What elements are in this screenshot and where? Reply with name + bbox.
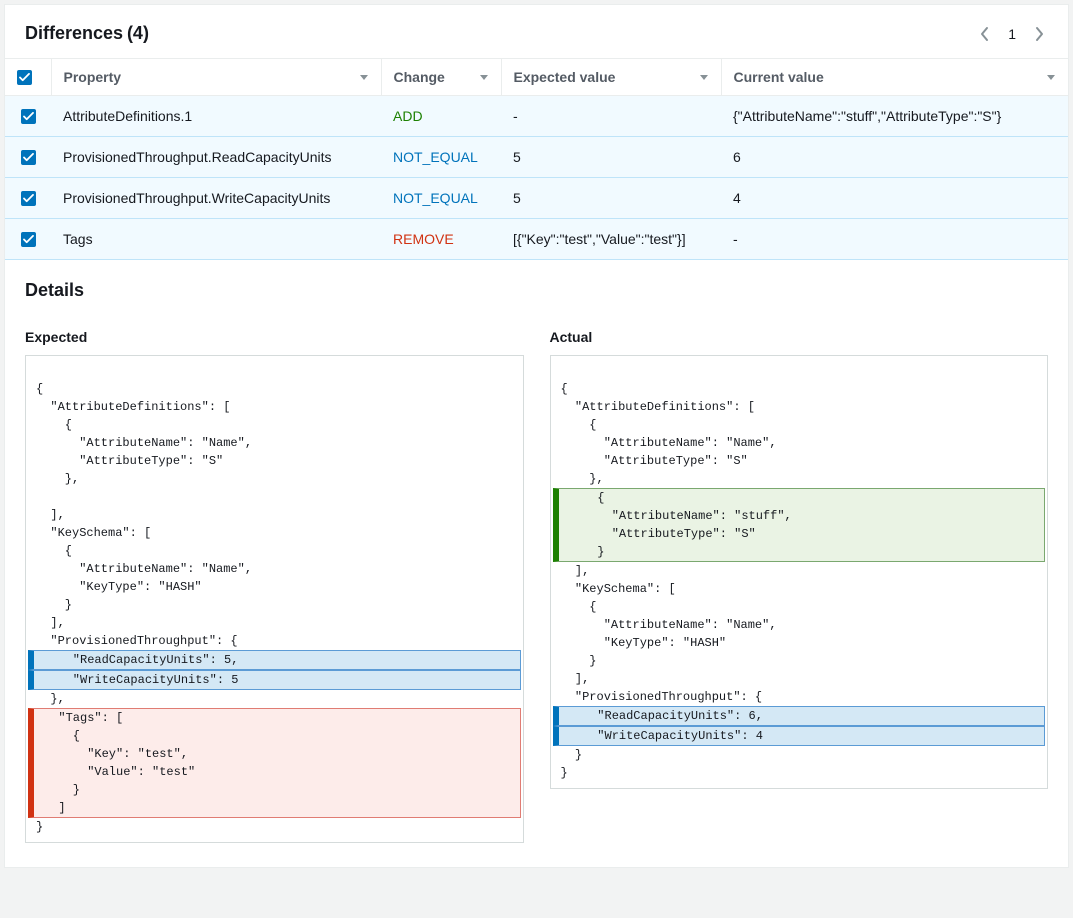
differences-table: Property Change Expected value Current v… xyxy=(5,59,1068,260)
code-line: { xyxy=(551,598,1048,616)
cell-change: ADD xyxy=(381,96,501,137)
cell-property: Tags xyxy=(51,219,381,260)
cell-expected: - xyxy=(501,96,721,137)
row-checkbox[interactable] xyxy=(21,109,36,124)
pager-next-button[interactable] xyxy=(1030,25,1048,43)
select-all-checkbox[interactable] xyxy=(17,70,32,85)
cell-current: - xyxy=(721,219,1068,260)
cell-current: 6 xyxy=(721,137,1068,178)
cell-change: NOT_EQUAL xyxy=(381,178,501,219)
code-line: ], xyxy=(26,506,523,524)
details-section: Details Expected { "AttributeDefinitions… xyxy=(5,260,1068,867)
code-line: "KeyType": "HASH" xyxy=(26,578,523,596)
code-line: { xyxy=(551,380,1048,398)
expected-column: Expected { "AttributeDefinitions": [ { "… xyxy=(25,329,524,843)
actual-label: Actual xyxy=(550,329,1049,345)
code-line: }, xyxy=(26,690,523,708)
cell-change: NOT_EQUAL xyxy=(381,137,501,178)
code-line: "KeySchema": [ xyxy=(26,524,523,542)
actual-code-block: { "AttributeDefinitions": [ { "Attribute… xyxy=(550,355,1049,789)
diff-line-changed: "ReadCapacityUnits": 6, xyxy=(553,706,1046,726)
code-line: } xyxy=(26,818,523,836)
row-checkbox[interactable] xyxy=(21,191,36,206)
sort-icon xyxy=(479,69,489,85)
code-line: { xyxy=(26,416,523,434)
differences-panel: Differences (4) 1 Property xyxy=(4,4,1069,868)
code-line: "ProvisionedThroughput": { xyxy=(551,688,1048,706)
code-line: { xyxy=(551,416,1048,434)
table-row[interactable]: AttributeDefinitions.1ADD-{"AttributeNam… xyxy=(5,96,1068,137)
code-line: "AttributeName": "Name", xyxy=(551,616,1048,634)
code-line: "AttributeDefinitions": [ xyxy=(551,398,1048,416)
diff-block-added: { "AttributeName": "stuff", "AttributeTy… xyxy=(553,488,1046,562)
cell-property: ProvisionedThroughput.WriteCapacityUnits xyxy=(51,178,381,219)
cell-current: 4 xyxy=(721,178,1068,219)
code-line: "AttributeDefinitions": [ xyxy=(26,398,523,416)
cell-property: ProvisionedThroughput.ReadCapacityUnits xyxy=(51,137,381,178)
panel-header: Differences (4) 1 xyxy=(5,5,1068,59)
code-line: } xyxy=(551,764,1048,782)
details-title: Details xyxy=(25,280,1048,301)
cell-expected: 5 xyxy=(501,137,721,178)
table-row[interactable]: ProvisionedThroughput.ReadCapacityUnitsN… xyxy=(5,137,1068,178)
code-line xyxy=(26,362,523,380)
pager-current-page: 1 xyxy=(1008,26,1016,42)
cell-property: AttributeDefinitions.1 xyxy=(51,96,381,137)
cell-current: {"AttributeName":"stuff","AttributeType"… xyxy=(721,96,1068,137)
code-line: ], xyxy=(551,670,1048,688)
code-line: } xyxy=(26,596,523,614)
code-line: "AttributeType": "S" xyxy=(551,452,1048,470)
expected-code-block: { "AttributeDefinitions": [ { "Attribute… xyxy=(25,355,524,843)
table-row[interactable]: ProvisionedThroughput.WriteCapacityUnits… xyxy=(5,178,1068,219)
sort-icon xyxy=(359,69,369,85)
code-line: } xyxy=(551,746,1048,764)
code-line: "ProvisionedThroughput": { xyxy=(26,632,523,650)
diff-line-changed: "WriteCapacityUnits": 5 xyxy=(28,670,521,690)
column-header-change[interactable]: Change xyxy=(381,59,501,96)
panel-title: Differences (4) xyxy=(25,23,149,44)
code-line: "AttributeType": "S" xyxy=(26,452,523,470)
pager: 1 xyxy=(976,25,1048,43)
expected-label: Expected xyxy=(25,329,524,345)
diff-line-changed: "ReadCapacityUnits": 5, xyxy=(28,650,521,670)
diff-block-removed: "Tags": [ { "Key": "test", "Value": "tes… xyxy=(28,708,521,818)
cell-change: REMOVE xyxy=(381,219,501,260)
code-line: }, xyxy=(26,470,523,488)
code-line: "AttributeName": "Name", xyxy=(26,560,523,578)
code-line: "AttributeName": "Name", xyxy=(26,434,523,452)
sort-icon xyxy=(1046,69,1056,85)
code-line: "KeySchema": [ xyxy=(551,580,1048,598)
table-row[interactable]: TagsREMOVE[{"Key":"test","Value":"test"}… xyxy=(5,219,1068,260)
code-line xyxy=(26,488,523,506)
code-line: { xyxy=(26,542,523,560)
code-line: } xyxy=(551,652,1048,670)
pager-prev-button[interactable] xyxy=(976,25,994,43)
title-text: Differences xyxy=(25,23,123,43)
column-header-current[interactable]: Current value xyxy=(721,59,1068,96)
column-header-select-all[interactable] xyxy=(5,59,51,96)
cell-expected: 5 xyxy=(501,178,721,219)
column-header-expected[interactable]: Expected value xyxy=(501,59,721,96)
code-line: }, xyxy=(551,470,1048,488)
code-line: "KeyType": "HASH" xyxy=(551,634,1048,652)
title-count: (4) xyxy=(127,23,149,43)
code-line xyxy=(551,362,1048,380)
code-line: ], xyxy=(551,562,1048,580)
column-header-property[interactable]: Property xyxy=(51,59,381,96)
code-line: ], xyxy=(26,614,523,632)
actual-column: Actual { "AttributeDefinitions": [ { "At… xyxy=(550,329,1049,843)
code-line: "AttributeName": "Name", xyxy=(551,434,1048,452)
diff-line-changed: "WriteCapacityUnits": 4 xyxy=(553,726,1046,746)
code-line: { xyxy=(26,380,523,398)
cell-expected: [{"Key":"test","Value":"test"}] xyxy=(501,219,721,260)
row-checkbox[interactable] xyxy=(21,150,36,165)
sort-icon xyxy=(699,69,709,85)
row-checkbox[interactable] xyxy=(21,232,36,247)
